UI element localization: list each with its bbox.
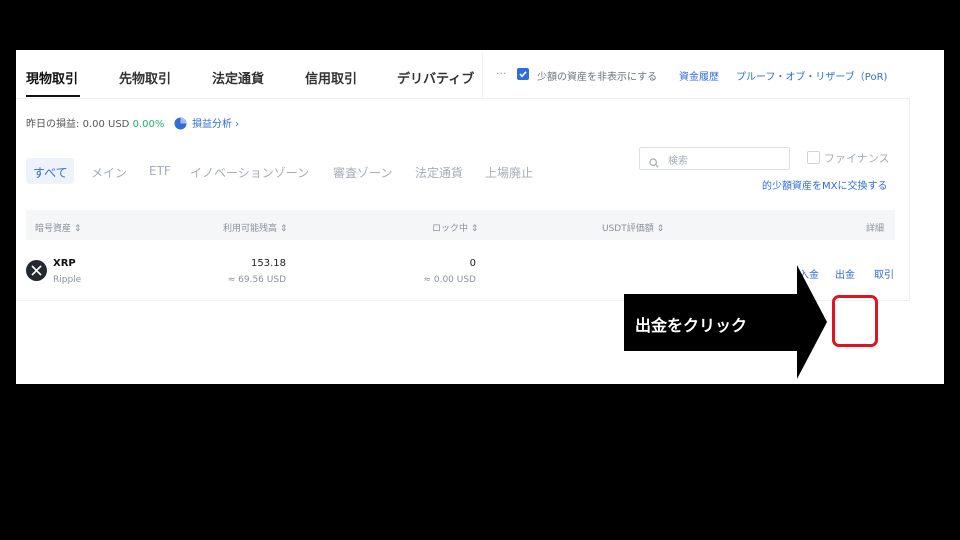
tab-derivatives[interactable]: デリバティブ xyxy=(397,68,474,87)
callout-arrow-icon xyxy=(797,265,827,379)
tab-margin[interactable]: 信用取引 xyxy=(305,68,357,87)
available-usd: ≈ 69.56 USD xyxy=(227,275,286,285)
callout-text: 出金をクリック xyxy=(635,316,748,335)
locked-amount: 0 xyxy=(469,258,476,269)
toolbar: ··· 少額の資産を非表示にする 資金履歴 プルーフ・オブ・リザーブ（PoR) xyxy=(482,50,910,98)
hide-small-assets-label: 少額の資産を非表示にする xyxy=(537,72,658,83)
assets-card: 現物取引 先物取引 法定通貨 信用取引 デリバティブ ··· 少額の資産を非表示… xyxy=(16,50,910,301)
convert-small-assets-link[interactable]: 的少額資産をMXに交換する xyxy=(762,177,887,192)
search-placeholder: 検索 xyxy=(668,156,688,167)
header-asset[interactable]: 暗号資産 ⇕ xyxy=(35,221,81,234)
filter-main[interactable]: メイン xyxy=(91,164,127,181)
header-available[interactable]: 利用可能残高 ⇕ xyxy=(223,221,287,234)
tab-futures[interactable]: 先物取引 xyxy=(119,68,171,87)
tab-spot[interactable]: 現物取引 xyxy=(26,68,78,87)
active-tab-indicator xyxy=(26,95,80,97)
table-header: 暗号資産 ⇕ 利用可能残高 ⇕ ロック中 ⇕ USDT評価額 ⇕ 詳細 xyxy=(26,210,895,240)
header-locked[interactable]: ロック中 ⇕ xyxy=(432,221,478,234)
proof-of-reserves-link[interactable]: プルーフ・オブ・リザーブ（PoR) xyxy=(736,68,887,83)
fund-history-link[interactable]: 資金履歴 xyxy=(679,68,719,83)
pnl-analysis-link[interactable]: 損益分析 › xyxy=(192,115,239,130)
check-icon xyxy=(519,71,527,78)
coin-symbol: XRP xyxy=(53,258,76,269)
header-detail: 詳細 xyxy=(866,224,885,234)
available-amount: 153.18 xyxy=(251,258,286,269)
assets-panel: 現物取引 先物取引 法定通貨 信用取引 デリバティブ ··· 少額の資産を非表示… xyxy=(16,50,944,384)
tab-bar: 現物取引 先物取引 法定通貨 信用取引 デリバティブ ··· 少額の資産を非表示… xyxy=(16,50,910,99)
search-input[interactable]: 検索 xyxy=(639,147,790,170)
pie-chart-icon xyxy=(174,115,187,134)
withdraw-highlight xyxy=(832,295,878,347)
pnl-value: 0.00 USD xyxy=(82,119,130,130)
finance-label: ファイナンス xyxy=(824,152,890,165)
more-icon[interactable]: ··· xyxy=(496,67,507,80)
locked-usd: ≈ 0.00 USD xyxy=(423,275,476,285)
header-usdt-value[interactable]: USDT評価額 ⇕ xyxy=(602,221,664,234)
finance-checkbox[interactable] xyxy=(807,151,820,164)
filter-delisted[interactable]: 上場廃止 xyxy=(485,164,533,181)
coin-name: Ripple xyxy=(53,275,82,285)
filter-all[interactable]: すべて xyxy=(33,164,68,181)
withdraw-button[interactable]: 出金 xyxy=(835,266,855,281)
pnl-percent: 0.00% xyxy=(132,119,165,130)
trade-button[interactable]: 取引 xyxy=(874,266,894,281)
filter-assessment-zone[interactable]: 審査ゾーン xyxy=(333,164,392,181)
xrp-icon xyxy=(26,260,47,281)
filter-innovation-zone[interactable]: イノベーションゾーン xyxy=(190,164,309,181)
pnl-label: 昨日の損益: xyxy=(26,119,80,130)
filter-fiat[interactable]: 法定通貨 xyxy=(415,164,463,181)
yesterday-pnl: 昨日の損益: 0.00 USD 0.00% xyxy=(26,115,164,130)
filter-etf[interactable]: ETF xyxy=(149,164,171,178)
hide-small-assets-checkbox[interactable] xyxy=(517,68,529,80)
search-icon xyxy=(649,153,659,172)
tab-fiat[interactable]: 法定通貨 xyxy=(212,68,264,87)
